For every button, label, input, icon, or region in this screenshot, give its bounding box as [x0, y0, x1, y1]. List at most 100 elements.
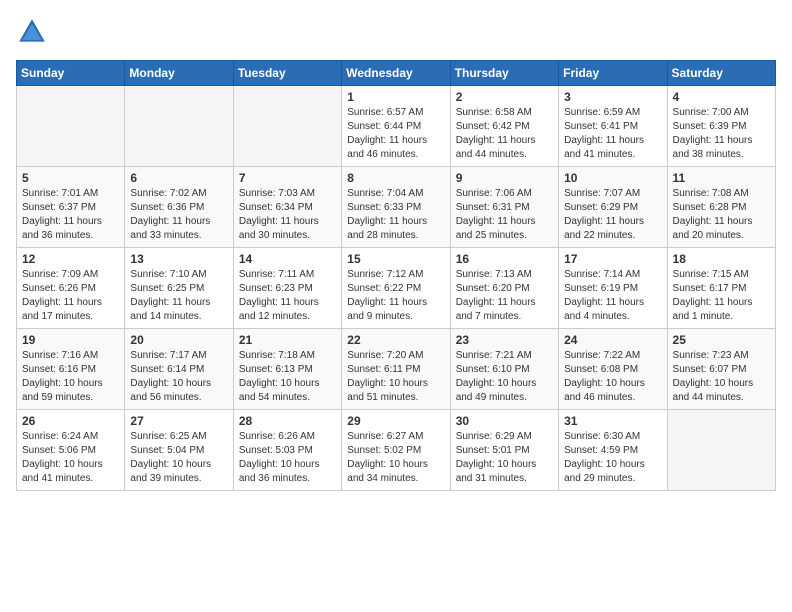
calendar-cell: 21 Sunrise: 7:18 AM Sunset: 6:13 PM Dayli… — [233, 329, 341, 410]
calendar-cell: 28 Sunrise: 6:26 AM Sunset: 5:03 PM Dayli… — [233, 410, 341, 491]
day-number: 5 — [22, 171, 119, 185]
calendar-cell: 14Sunrise: 7:11 AM Sunset: 6:23 PM Dayli… — [233, 248, 341, 329]
day-info: Sunrise: 6:26 AM Sunset: 5:03 PM Dayligh… — [239, 430, 336, 486]
day-number: 23 — [456, 333, 553, 347]
calendar-week-3: 12 Sunrise: 7:09 AM Sunset: 6:26 PM Dayli… — [17, 248, 776, 329]
day-number: 2 — [456, 90, 553, 104]
calendar-cell: 9 Sunrise: 7:06 AM Sunset: 6:31 PM Daylig… — [450, 167, 558, 248]
calendar-cell — [233, 86, 341, 167]
calendar-cell: 31 Sunrise: 6:30 AM Sunset: 4:59 PM Dayli… — [559, 410, 667, 491]
day-info: Sunrise: 6:24 AM Sunset: 5:06 PM Dayligh… — [22, 430, 119, 486]
logo-icon — [16, 16, 48, 48]
calendar-cell: 8 Sunrise: 7:04 AM Sunset: 6:33 PM Daylig… — [342, 167, 450, 248]
calendar-week-2: 5 Sunrise: 7:01 AM Sunset: 6:37 PM Daylig… — [17, 167, 776, 248]
day-number: 27 — [130, 414, 227, 428]
calendar-cell — [125, 86, 233, 167]
calendar-cell: 7 Sunrise: 7:03 AM Sunset: 6:34 PM Daylig… — [233, 167, 341, 248]
day-info: Sunrise: 7:23 AM Sunset: 6:07 PM Dayligh… — [673, 349, 770, 405]
day-info: Sunrise: 7:00 AM Sunset: 6:39 PM Dayligh… — [673, 106, 770, 162]
day-info: Sunrise: 7:18 AM Sunset: 6:13 PM Dayligh… — [239, 349, 336, 405]
day-header-wednesday: Wednesday — [342, 61, 450, 86]
calendar-cell: 11Sunrise: 7:08 AM Sunset: 6:28 PM Dayli… — [667, 167, 775, 248]
calendar-cell: 17 Sunrise: 7:14 AM Sunset: 6:19 PM Dayli… — [559, 248, 667, 329]
calendar-cell: 22 Sunrise: 7:20 AM Sunset: 6:11 PM Dayli… — [342, 329, 450, 410]
day-info: Sunrise: 7:03 AM Sunset: 6:34 PM Dayligh… — [239, 187, 336, 243]
calendar-cell: 29 Sunrise: 6:27 AM Sunset: 5:02 PM Dayli… — [342, 410, 450, 491]
day-header-saturday: Saturday — [667, 61, 775, 86]
calendar-week-4: 19 Sunrise: 7:16 AM Sunset: 6:16 PM Dayli… — [17, 329, 776, 410]
calendar-cell: 2Sunrise: 6:58 AM Sunset: 6:42 PM Daylig… — [450, 86, 558, 167]
day-header-monday: Monday — [125, 61, 233, 86]
day-info: Sunrise: 7:17 AM Sunset: 6:14 PM Dayligh… — [130, 349, 227, 405]
day-info: Sunrise: 7:09 AM Sunset: 6:26 PM Dayligh… — [22, 268, 119, 324]
logo — [16, 16, 52, 48]
day-number: 6 — [130, 171, 227, 185]
day-number: 8 — [347, 171, 444, 185]
day-info: Sunrise: 7:06 AM Sunset: 6:31 PM Dayligh… — [456, 187, 553, 243]
day-info: Sunrise: 7:20 AM Sunset: 6:11 PM Dayligh… — [347, 349, 444, 405]
calendar-cell: 30 Sunrise: 6:29 AM Sunset: 5:01 PM Dayli… — [450, 410, 558, 491]
calendar-table: SundayMondayTuesdayWednesdayThursdayFrid… — [16, 60, 776, 491]
day-info: Sunrise: 7:04 AM Sunset: 6:33 PM Dayligh… — [347, 187, 444, 243]
calendar-cell: 23Sunrise: 7:21 AM Sunset: 6:10 PM Dayli… — [450, 329, 558, 410]
day-number: 9 — [456, 171, 553, 185]
day-number: 12 — [22, 252, 119, 266]
day-info: Sunrise: 7:01 AM Sunset: 6:37 PM Dayligh… — [22, 187, 119, 243]
calendar-week-1: 1 Sunrise: 6:57 AM Sunset: 6:44 PM Daylig… — [17, 86, 776, 167]
day-info: Sunrise: 7:22 AM Sunset: 6:08 PM Dayligh… — [564, 349, 661, 405]
calendar-cell: 6Sunrise: 7:02 AM Sunset: 6:36 PM Daylig… — [125, 167, 233, 248]
day-number: 19 — [22, 333, 119, 347]
day-info: Sunrise: 6:27 AM Sunset: 5:02 PM Dayligh… — [347, 430, 444, 486]
day-number: 15 — [347, 252, 444, 266]
day-info: Sunrise: 6:57 AM Sunset: 6:44 PM Dayligh… — [347, 106, 444, 162]
calendar-cell: 16 Sunrise: 7:13 AM Sunset: 6:20 PM Dayli… — [450, 248, 558, 329]
day-info: Sunrise: 6:29 AM Sunset: 5:01 PM Dayligh… — [456, 430, 553, 486]
calendar-cell: 4 Sunrise: 7:00 AM Sunset: 6:39 PM Daylig… — [667, 86, 775, 167]
day-number: 14 — [239, 252, 336, 266]
day-info: Sunrise: 7:13 AM Sunset: 6:20 PM Dayligh… — [456, 268, 553, 324]
day-number: 16 — [456, 252, 553, 266]
calendar-cell: 3Sunrise: 6:59 AM Sunset: 6:41 PM Daylig… — [559, 86, 667, 167]
day-number: 31 — [564, 414, 661, 428]
day-number: 18 — [673, 252, 770, 266]
calendar-header-row: SundayMondayTuesdayWednesdayThursdayFrid… — [17, 61, 776, 86]
day-header-thursday: Thursday — [450, 61, 558, 86]
day-info: Sunrise: 7:07 AM Sunset: 6:29 PM Dayligh… — [564, 187, 661, 243]
calendar-cell: 24Sunrise: 7:22 AM Sunset: 6:08 PM Dayli… — [559, 329, 667, 410]
day-info: Sunrise: 6:25 AM Sunset: 5:04 PM Dayligh… — [130, 430, 227, 486]
day-number: 10 — [564, 171, 661, 185]
day-number: 25 — [673, 333, 770, 347]
day-number: 26 — [22, 414, 119, 428]
day-number: 28 — [239, 414, 336, 428]
day-header-friday: Friday — [559, 61, 667, 86]
calendar-cell: 20 Sunrise: 7:17 AM Sunset: 6:14 PM Dayli… — [125, 329, 233, 410]
day-header-tuesday: Tuesday — [233, 61, 341, 86]
calendar-week-5: 26 Sunrise: 6:24 AM Sunset: 5:06 PM Dayli… — [17, 410, 776, 491]
calendar-cell: 19 Sunrise: 7:16 AM Sunset: 6:16 PM Dayli… — [17, 329, 125, 410]
day-header-sunday: Sunday — [17, 61, 125, 86]
calendar-cell: 26 Sunrise: 6:24 AM Sunset: 5:06 PM Dayli… — [17, 410, 125, 491]
calendar-cell: 5 Sunrise: 7:01 AM Sunset: 6:37 PM Daylig… — [17, 167, 125, 248]
day-number: 20 — [130, 333, 227, 347]
day-number: 7 — [239, 171, 336, 185]
day-info: Sunrise: 7:16 AM Sunset: 6:16 PM Dayligh… — [22, 349, 119, 405]
day-number: 17 — [564, 252, 661, 266]
day-info: Sunrise: 7:12 AM Sunset: 6:22 PM Dayligh… — [347, 268, 444, 324]
day-number: 29 — [347, 414, 444, 428]
day-number: 11 — [673, 171, 770, 185]
calendar-cell: 15 Sunrise: 7:12 AM Sunset: 6:22 PM Dayli… — [342, 248, 450, 329]
day-number: 1 — [347, 90, 444, 104]
day-info: Sunrise: 7:14 AM Sunset: 6:19 PM Dayligh… — [564, 268, 661, 324]
day-number: 13 — [130, 252, 227, 266]
calendar-cell — [17, 86, 125, 167]
day-info: Sunrise: 6:30 AM Sunset: 4:59 PM Dayligh… — [564, 430, 661, 486]
day-number: 21 — [239, 333, 336, 347]
calendar-cell: 25 Sunrise: 7:23 AM Sunset: 6:07 PM Dayli… — [667, 329, 775, 410]
calendar-cell: 27 Sunrise: 6:25 AM Sunset: 5:04 PM Dayli… — [125, 410, 233, 491]
day-number: 22 — [347, 333, 444, 347]
calendar-cell: 18Sunrise: 7:15 AM Sunset: 6:17 PM Dayli… — [667, 248, 775, 329]
day-number: 4 — [673, 90, 770, 104]
calendar-cell — [667, 410, 775, 491]
day-number: 30 — [456, 414, 553, 428]
calendar-cell: 10 Sunrise: 7:07 AM Sunset: 6:29 PM Dayli… — [559, 167, 667, 248]
